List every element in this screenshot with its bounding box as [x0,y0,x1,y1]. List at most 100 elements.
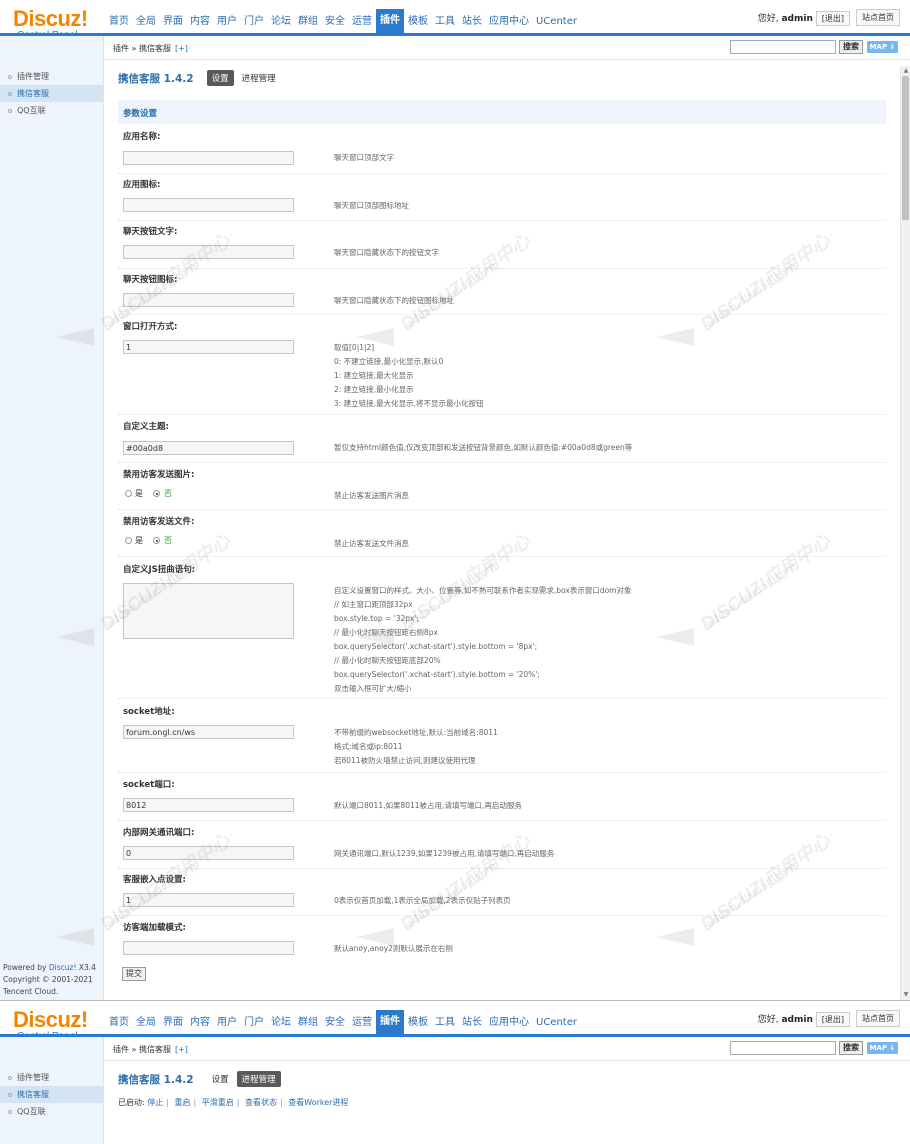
add-shortcut-link[interactable]: [+] [175,44,188,53]
user-area: 您好, admin [退出] 站点首页 [758,9,900,26]
nav-item[interactable]: 内容 [187,13,213,33]
custom-js-textarea[interactable] [123,583,294,639]
open-mode-input[interactable]: 1 [123,340,294,354]
nav-item[interactable]: 应用中心 [486,13,532,33]
sidebar-item-plugin-manage[interactable]: 插件管理 [0,68,103,85]
process-status: 已启动: 停止 | 重启 | 平滑重启 | 查看状态 | 查看Worker进程 [118,1098,349,1107]
tab-process[interactable]: 进程管理 [237,70,281,86]
socket-address-input[interactable]: forum.ongl.cn/ws [123,725,294,739]
nav-item[interactable]: UCenter [533,1014,580,1034]
gateway-port-input[interactable]: 0 [123,846,294,860]
radio-no[interactable] [153,490,160,497]
sidebar-item-qq[interactable]: QQ互联 [0,1103,103,1120]
search-button[interactable]: 搜索 [839,40,863,54]
nav-item[interactable]: 应用中心 [486,1014,532,1034]
radio-yes[interactable] [125,490,132,497]
nav-item[interactable]: 模板 [405,13,431,33]
search-input[interactable] [730,1041,836,1055]
nav-item[interactable]: 群组 [295,1014,321,1034]
nav-item[interactable]: 站长 [459,1014,485,1034]
nav-item[interactable]: 门户 [241,1014,267,1034]
watermark: DISCUZ!应用中心addon.dismall.com [656,510,871,660]
stop-link[interactable]: 停止 [147,1098,163,1107]
site-home-button[interactable]: 站点首页 [856,9,900,26]
visitor-load-mode-input[interactable] [123,941,294,955]
chat-button-text-input[interactable] [123,245,294,259]
search-button[interactable]: 搜索 [839,1041,863,1055]
nav-item[interactable]: 工具 [432,13,458,33]
nav-item[interactable]: 运营 [349,1014,375,1034]
nav-item[interactable]: 站长 [459,13,485,33]
scrollbar-thumb[interactable] [902,76,909,220]
nav-item[interactable]: 运营 [349,13,375,33]
bullet-icon [8,108,12,113]
logout-link[interactable]: [退出] [815,1012,850,1027]
nav-item[interactable]: 模板 [405,1014,431,1034]
radio-no[interactable] [153,537,160,544]
sidebar-menu: 插件管理 携信客服 QQ互联 [0,36,103,119]
search-input[interactable] [730,40,836,54]
nav-item[interactable]: 门户 [241,13,267,33]
nav-item[interactable]: 全局 [133,13,159,33]
nav-item[interactable]: 论坛 [268,13,294,33]
nav-item[interactable]: 工具 [432,1014,458,1034]
watermark: DISCUZ!应用中心addon.dismall.com [656,210,871,360]
nav-item-plugins[interactable]: 插件 [376,9,404,35]
reload-link[interactable]: 平滑重启 [202,1098,234,1107]
scrollbar[interactable]: ▲ ▼ [900,66,910,1000]
scroll-down-icon[interactable]: ▼ [901,990,910,1000]
scroll-up-icon[interactable]: ▲ [901,66,910,76]
nav-item[interactable]: 论坛 [268,1014,294,1034]
nav-item[interactable]: 群组 [295,13,321,33]
worker-link[interactable]: 查看Worker进程 [288,1098,348,1107]
map-button[interactable]: MAP ⇓ [867,1042,898,1054]
app-icon-input[interactable] [123,198,294,212]
tab-settings[interactable]: 设置 [207,1071,234,1087]
main-nav: 首页 全局 界面 内容 用户 门户 论坛 群组 安全 运营 插件 模板 工具 站… [106,1010,581,1036]
nav-item[interactable]: UCenter [533,13,580,33]
tab-settings[interactable]: 设置 [206,70,234,86]
nav-item[interactable]: 首页 [106,13,132,33]
bullet-icon [8,1075,12,1080]
sidebar-item-qq[interactable]: QQ互联 [0,102,103,119]
socket-port-input[interactable]: 8012 [123,798,294,812]
nav-item[interactable]: 界面 [160,13,186,33]
restart-link[interactable]: 重启 [175,1098,191,1107]
page-title-row: 携信客服 1.4.2 设置 进程管理 [118,70,284,86]
sidebar-item-xchat[interactable]: 携信客服 [0,1086,103,1103]
breadcrumb-bar: 插件 » 携信客服 [+] 搜索 MAP ⇓ [104,36,910,60]
map-button[interactable]: MAP ⇓ [867,41,898,53]
nav-item[interactable]: 内容 [187,1014,213,1034]
nav-item[interactable]: 首页 [106,1014,132,1034]
nav-item[interactable]: 界面 [160,1014,186,1034]
top-header: Discuz! Control Panel 首页 全局 界面 内容 用户 门户 … [0,0,910,41]
submit-button[interactable]: 提交 [122,967,146,981]
embed-point-input[interactable]: 1 [123,893,294,907]
nav-item-plugins[interactable]: 插件 [376,1010,404,1036]
radio-yes[interactable] [125,537,132,544]
breadcrumb-bar: 插件 » 携信客服 [+] 搜索 MAP ⇓ [104,1037,910,1061]
site-home-button[interactable]: 站点首页 [856,1010,900,1027]
bullet-icon [8,74,12,79]
username: admin [781,1015,813,1025]
sidebar: 插件管理 携信客服 QQ互联 Powered by Discuz! X3.4 C… [0,36,104,1000]
nav-item[interactable]: 用户 [214,1014,240,1034]
sidebar-item-plugin-manage[interactable]: 插件管理 [0,1069,103,1086]
add-shortcut-link[interactable]: [+] [175,1045,188,1054]
greeting: 您好, admin [退出] [758,11,850,26]
chat-button-icon-input[interactable] [123,293,294,307]
nav-item[interactable]: 安全 [322,13,348,33]
watermark: DISCUZ!应用中心addon.dismall.com [656,810,871,960]
nav-item[interactable]: 用户 [214,13,240,33]
logout-link[interactable]: [退出] [815,11,850,26]
tab-process[interactable]: 进程管理 [236,1071,281,1087]
sidebar-item-xchat[interactable]: 携信客服 [0,85,103,102]
nav-item[interactable]: 安全 [322,1014,348,1034]
nav-item[interactable]: 全局 [133,1014,159,1034]
page-title: 携信客服 1.4.2 [118,1073,194,1086]
discuz-link[interactable]: Discuz! [49,963,77,972]
app-name-input[interactable] [123,151,294,165]
status-link[interactable]: 查看状态 [245,1098,277,1107]
top-header: Discuz! Control Panel 首页 全局 界面 内容 用户 门户 … [0,1001,910,1042]
theme-input[interactable]: #00a0d8 [123,441,294,455]
